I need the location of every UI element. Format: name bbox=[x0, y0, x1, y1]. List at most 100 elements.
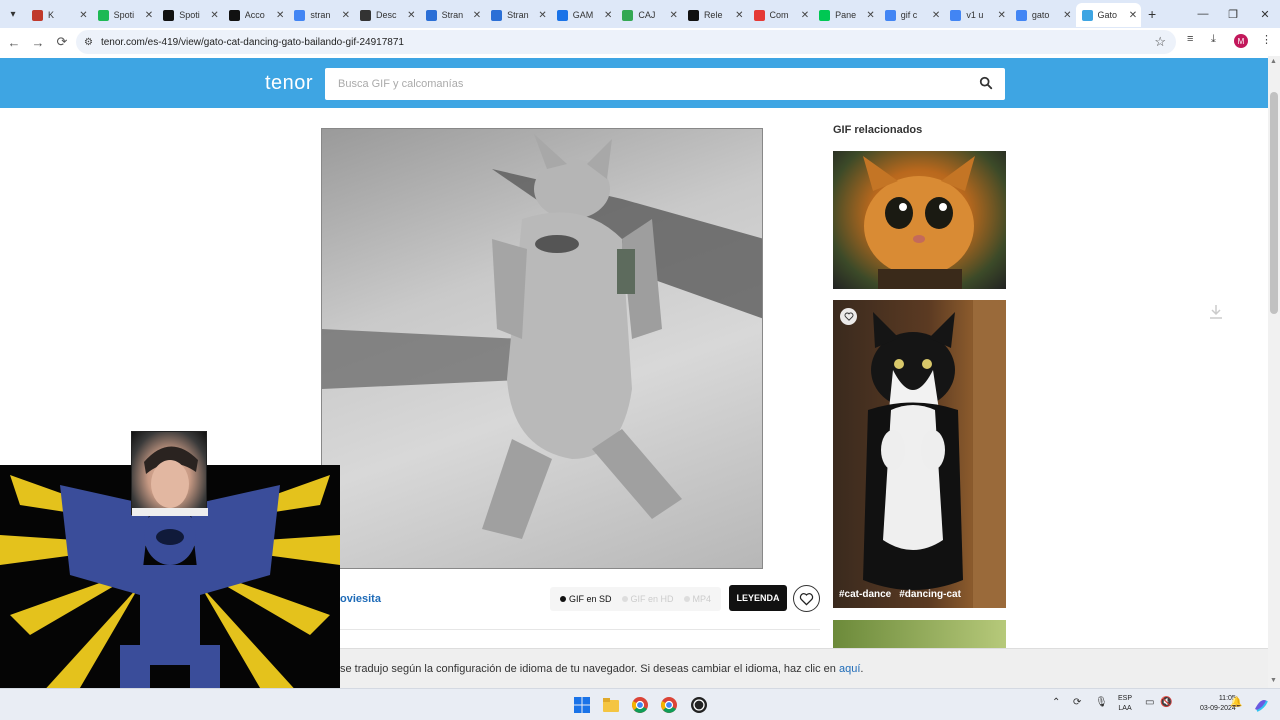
download-icon[interactable] bbox=[1208, 304, 1224, 320]
browser-tab[interactable]: Rele ✕ bbox=[682, 3, 748, 27]
tab-close-icon[interactable]: ✕ bbox=[342, 10, 350, 21]
caption-button[interactable]: LEYENDA bbox=[729, 585, 787, 611]
browser-tab[interactable]: Pane ✕ bbox=[813, 3, 879, 27]
browser-tab[interactable]: GAM ✕ bbox=[551, 3, 617, 27]
bookmark-star-icon[interactable]: ☆ bbox=[1154, 34, 1166, 50]
translation-notice-text: se tradujo según la configuración de idi… bbox=[340, 663, 863, 675]
tab-close-icon[interactable]: ✕ bbox=[932, 10, 940, 21]
downloads-icon[interactable]: ⤓ bbox=[1211, 33, 1216, 46]
browser-tab[interactable]: Spoti ✕ bbox=[92, 3, 158, 27]
close-window-button[interactable]: ✕ bbox=[1250, 0, 1280, 28]
tab-close-icon[interactable]: ✕ bbox=[276, 10, 284, 21]
translation-notice-end: . bbox=[860, 663, 864, 675]
browser-tab[interactable]: stran ✕ bbox=[288, 3, 354, 27]
lang-code: ESP bbox=[1118, 695, 1133, 702]
scroll-down-icon[interactable]: ▼ bbox=[1270, 677, 1277, 684]
orange-cat-illustration bbox=[863, 156, 975, 289]
media-controls-icon[interactable]: ≡ bbox=[1187, 33, 1193, 45]
file-explorer-icon[interactable] bbox=[602, 696, 620, 714]
tab-close-icon[interactable]: ✕ bbox=[210, 10, 218, 21]
tab-label: gif c bbox=[900, 10, 918, 20]
tab-close-icon[interactable]: ✕ bbox=[866, 10, 874, 21]
copilot-icon[interactable] bbox=[1252, 696, 1270, 714]
browser-tab[interactable]: K ✕ bbox=[26, 3, 92, 27]
volume-muted-icon[interactable]: 🔇 bbox=[1160, 697, 1172, 708]
scrollbar-thumb[interactable] bbox=[1270, 92, 1278, 314]
format-option[interactable]: GIF en HD bbox=[621, 594, 674, 604]
tab-close-icon[interactable]: ✕ bbox=[473, 10, 481, 21]
tab-close-icon[interactable]: ✕ bbox=[407, 10, 415, 21]
tag-link[interactable]: #dancing-cat bbox=[899, 589, 961, 600]
new-tab-button[interactable]: + bbox=[1141, 6, 1163, 22]
url-text[interactable]: tenor.com/es-419/view/gato-cat-dancing-g… bbox=[101, 37, 404, 48]
tab-close-icon[interactable]: ✕ bbox=[1129, 10, 1137, 21]
tab-search-button[interactable]: ▾ bbox=[0, 0, 26, 28]
tab-label: v1 u bbox=[966, 10, 984, 20]
heart-icon bbox=[844, 312, 853, 321]
tag-link[interactable]: #cat-dance bbox=[839, 589, 891, 600]
browser-tab[interactable]: Com ✕ bbox=[748, 3, 814, 27]
tab-favicon-icon bbox=[753, 9, 765, 21]
scroll-up-icon[interactable]: ▲ bbox=[1270, 58, 1277, 65]
author-link[interactable]: oviesita bbox=[340, 593, 381, 605]
browser-tab[interactable]: Gato ✕ bbox=[1075, 3, 1142, 27]
tab-close-icon[interactable]: ✕ bbox=[801, 10, 809, 21]
microphone-icon[interactable]: 🎙 bbox=[1095, 697, 1108, 708]
profile-avatar[interactable]: M bbox=[1234, 34, 1248, 48]
windows-start-icon[interactable] bbox=[573, 696, 591, 714]
forward-icon[interactable]: → bbox=[26, 30, 50, 54]
tenor-logo[interactable]: tenor bbox=[265, 72, 313, 95]
related-gif-dancing-cat[interactable]: #cat-dance #dancing-cat bbox=[833, 300, 1006, 608]
address-bar[interactable]: ⚙ tenor.com/es-419/view/gato-cat-dancing… bbox=[76, 30, 1176, 54]
network-icon[interactable]: ▭ bbox=[1145, 697, 1154, 708]
menu-icon[interactable]: ⋮ bbox=[1261, 33, 1272, 46]
minimize-button[interactable]: — bbox=[1188, 0, 1218, 28]
chrome-icon[interactable] bbox=[631, 696, 649, 714]
search-input[interactable] bbox=[325, 69, 945, 99]
chrome-profile-icon[interactable] bbox=[660, 696, 678, 714]
tab-close-icon[interactable]: ✕ bbox=[670, 10, 678, 21]
tab-favicon-icon bbox=[228, 9, 240, 21]
back-icon[interactable]: ← bbox=[2, 30, 26, 54]
page-scrollbar[interactable]: ▲ ▼ bbox=[1268, 56, 1280, 688]
input-language-indicator[interactable]: ESP LAA bbox=[1118, 694, 1132, 714]
sync-icon[interactable]: ⟳ bbox=[1073, 697, 1081, 708]
related-favorite-button[interactable] bbox=[840, 308, 857, 325]
tab-close-icon[interactable]: ✕ bbox=[604, 10, 612, 21]
tab-label: gato bbox=[1031, 10, 1050, 20]
browser-tab[interactable]: Acco ✕ bbox=[223, 3, 289, 27]
tab-strip: ▾ K ✕ Spoti ✕ Spoti ✕ Acco ✕ stran ✕ Desc ✕ Stran ✕ St… bbox=[0, 0, 1280, 28]
tab-favicon-icon bbox=[1081, 9, 1093, 21]
search-icon[interactable] bbox=[979, 76, 993, 90]
browser-tab[interactable]: Stran ✕ bbox=[485, 3, 551, 27]
browser-tab[interactable]: gato ✕ bbox=[1010, 3, 1076, 27]
notification-bell-icon[interactable]: 🔔 bbox=[1230, 697, 1242, 708]
reload-icon[interactable]: ⟳ bbox=[50, 30, 74, 54]
tab-close-icon[interactable]: ✕ bbox=[1063, 10, 1071, 21]
favorite-button[interactable] bbox=[793, 585, 820, 612]
browser-tab[interactable]: gif c ✕ bbox=[879, 3, 945, 27]
browser-tab[interactable]: v1 u ✕ bbox=[944, 3, 1010, 27]
restore-button[interactable]: ❐ bbox=[1218, 0, 1248, 28]
tray-overflow-icon[interactable]: ⌃ bbox=[1052, 697, 1060, 708]
main-gif-image[interactable] bbox=[321, 128, 763, 569]
browser-tab[interactable]: CAJ ✕ bbox=[616, 3, 682, 27]
translation-change-link[interactable]: aquí bbox=[839, 663, 860, 675]
browser-tab[interactable]: Stran ✕ bbox=[420, 3, 486, 27]
tab-close-icon[interactable]: ✕ bbox=[79, 10, 87, 21]
tab-close-icon[interactable]: ✕ bbox=[998, 10, 1006, 21]
tab-close-icon[interactable]: ✕ bbox=[735, 10, 743, 21]
radio-dot-icon bbox=[621, 596, 628, 602]
related-gif-partial[interactable] bbox=[833, 620, 1006, 650]
related-gif-puss-in-boots[interactable] bbox=[833, 151, 1006, 289]
tab-label: Acco bbox=[244, 10, 265, 20]
tab-close-icon[interactable]: ✕ bbox=[538, 10, 546, 21]
browser-tab[interactable]: Desc ✕ bbox=[354, 3, 420, 27]
tab-close-icon[interactable]: ✕ bbox=[145, 10, 153, 21]
tab-label: K bbox=[48, 10, 55, 20]
browser-tab[interactable]: Spoti ✕ bbox=[157, 3, 223, 27]
obs-icon[interactable] bbox=[690, 696, 708, 714]
format-option[interactable]: GIF en SD bbox=[560, 594, 612, 604]
site-info-icon[interactable]: ⚙ bbox=[84, 37, 93, 48]
format-option[interactable]: MP4 bbox=[683, 594, 711, 604]
